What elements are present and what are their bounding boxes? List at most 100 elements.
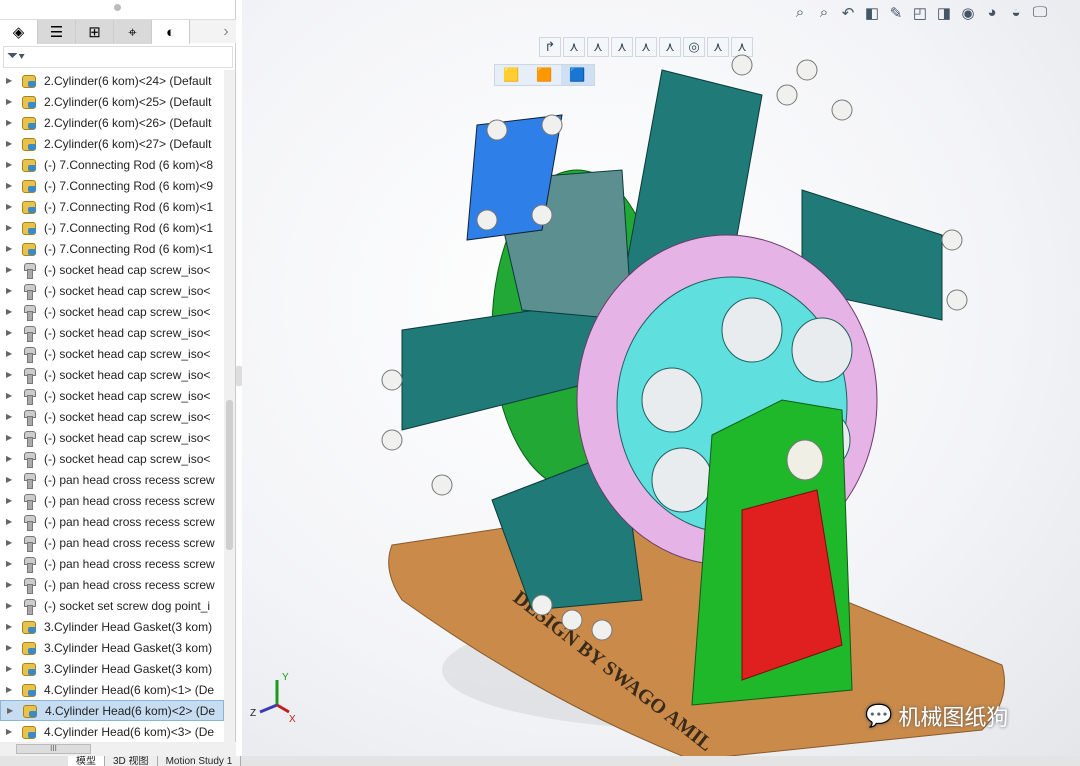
expand-arrow-icon[interactable]: ▶: [6, 475, 20, 484]
tree-item[interactable]: ▶ (-) pan head cross recess screw: [0, 532, 224, 553]
tree-item-label: (-) socket head cap screw_iso<: [44, 304, 211, 319]
tree-horizontal-scrollbar[interactable]: III: [0, 742, 236, 756]
expand-arrow-icon[interactable]: ▶: [7, 706, 21, 715]
more-tabs-icon[interactable]: ›: [216, 20, 236, 43]
panel-grip[interactable]: [114, 4, 121, 11]
tree-item[interactable]: ▶ (-) pan head cross recess screw: [0, 511, 224, 532]
horizontal-scroll-thumb[interactable]: III: [16, 744, 91, 754]
expand-arrow-icon[interactable]: ▶: [6, 370, 20, 379]
expand-arrow-icon[interactable]: ▶: [6, 454, 20, 463]
filter-bar[interactable]: ⏷▾: [3, 46, 233, 68]
dimxpert-icon[interactable]: ⌖: [114, 20, 152, 44]
tree-item[interactable]: ▶ (-) socket head cap screw_iso<: [0, 322, 224, 343]
tree-item[interactable]: ▶ 4.Cylinder Head(6 kom)<3> (De: [0, 721, 224, 742]
bottom-tabs: 模型 3D 视图 Motion Study 1: [0, 756, 1080, 766]
tree-item[interactable]: ▶ 2.Cylinder(6 kom)<27> (Default: [0, 133, 224, 154]
expand-arrow-icon[interactable]: ▶: [6, 265, 20, 274]
feature-manager-icon[interactable]: ◈: [0, 20, 38, 44]
tree-item[interactable]: ▶ (-) socket head cap screw_iso<: [0, 343, 224, 364]
expand-arrow-icon[interactable]: ▶: [6, 391, 20, 400]
subassembly-icon: [20, 157, 38, 173]
subassembly-icon: [20, 241, 38, 257]
expand-arrow-icon[interactable]: ▶: [6, 202, 20, 211]
tree-item[interactable]: ▶ (-) 7.Connecting Rod (6 kom)<8: [0, 154, 224, 175]
tree-item[interactable]: ▶ (-) socket head cap screw_iso<: [0, 427, 224, 448]
configuration-manager-icon[interactable]: ⊞: [76, 20, 114, 44]
subassembly-icon: [20, 640, 38, 656]
expand-arrow-icon[interactable]: ▶: [6, 160, 20, 169]
expand-arrow-icon[interactable]: ▶: [6, 223, 20, 232]
tree-item[interactable]: ▶ 4.Cylinder Head(6 kom)<2> (De: [0, 700, 224, 721]
expand-arrow-icon[interactable]: ▶: [6, 244, 20, 253]
expand-arrow-icon[interactable]: ▶: [6, 685, 20, 694]
tree-item[interactable]: ▶ (-) socket set screw dog point_i: [0, 595, 224, 616]
watermark: 💬 机械图纸狗: [865, 700, 1008, 732]
filter-icon[interactable]: ⏷▾: [7, 47, 25, 63]
tree-item[interactable]: ▶ (-) socket head cap screw_iso<: [0, 448, 224, 469]
tree-scroll-thumb[interactable]: [226, 400, 233, 550]
tree-item[interactable]: ▶ (-) 7.Connecting Rod (6 kom)<1: [0, 238, 224, 259]
screw-part-icon: [20, 388, 38, 405]
tab-model[interactable]: 模型: [68, 756, 105, 766]
expand-arrow-icon[interactable]: ▶: [6, 559, 20, 568]
expand-arrow-icon[interactable]: ▶: [6, 517, 20, 526]
tree-item-label: (-) socket head cap screw_iso<: [44, 346, 211, 361]
expand-arrow-icon[interactable]: ▶: [6, 118, 20, 127]
expand-arrow-icon[interactable]: ▶: [6, 412, 20, 421]
tree-item[interactable]: ▶ 2.Cylinder(6 kom)<26> (Default: [0, 112, 224, 133]
expand-arrow-icon[interactable]: ▶: [6, 664, 20, 673]
tree-item[interactable]: ▶ (-) 7.Connecting Rod (6 kom)<1: [0, 196, 224, 217]
subassembly-icon: [20, 73, 38, 89]
subassembly-icon: [20, 115, 38, 131]
tree-item[interactable]: ▶ (-) socket head cap screw_iso<: [0, 364, 224, 385]
tree-item[interactable]: ▶ (-) socket head cap screw_iso<: [0, 406, 224, 427]
tree-item[interactable]: ▶ (-) pan head cross recess screw: [0, 574, 224, 595]
expand-arrow-icon[interactable]: ▶: [6, 139, 20, 148]
tree-item[interactable]: ▶ (-) pan head cross recess screw: [0, 490, 224, 511]
expand-arrow-icon[interactable]: ▶: [6, 76, 20, 85]
expand-arrow-icon[interactable]: ▶: [6, 538, 20, 547]
tree-item[interactable]: ▶ 2.Cylinder(6 kom)<24> (Default: [0, 70, 224, 91]
tree-item[interactable]: ▶ (-) socket head cap screw_iso<: [0, 280, 224, 301]
tree-item[interactable]: ▶ (-) 7.Connecting Rod (6 kom)<9: [0, 175, 224, 196]
expand-arrow-icon[interactable]: ▶: [6, 328, 20, 337]
tree-item[interactable]: ▶ (-) socket head cap screw_iso<: [0, 259, 224, 280]
expand-arrow-icon[interactable]: ▶: [6, 433, 20, 442]
expand-arrow-icon[interactable]: ▶: [6, 349, 20, 358]
subassembly-icon: [20, 661, 38, 677]
expand-arrow-icon[interactable]: ▶: [6, 307, 20, 316]
tree-item[interactable]: ▶ (-) 7.Connecting Rod (6 kom)<1: [0, 217, 224, 238]
engine-3d-model[interactable]: DESIGN BY SWAGO AMIL Y Z X: [242, 0, 1080, 756]
tab-motion-study[interactable]: Motion Study 1: [157, 756, 242, 766]
property-manager-icon[interactable]: ☰: [38, 20, 76, 44]
display-manager-icon[interactable]: ◐: [152, 20, 190, 44]
subassembly-icon: [21, 703, 39, 719]
tree-item-label: (-) 7.Connecting Rod (6 kom)<1: [44, 220, 214, 235]
expand-arrow-icon[interactable]: ▶: [6, 727, 20, 736]
expand-arrow-icon[interactable]: ▶: [6, 622, 20, 631]
tree-item[interactable]: ▶ (-) pan head cross recess screw: [0, 469, 224, 490]
subassembly-icon: [20, 724, 38, 740]
tree-item[interactable]: ▶ (-) socket head cap screw_iso<: [0, 301, 224, 322]
tree-item[interactable]: ▶ 3.Cylinder Head Gasket(3 kom): [0, 658, 224, 679]
expand-arrow-icon[interactable]: ▶: [6, 601, 20, 610]
tree-item[interactable]: ▶ 3.Cylinder Head Gasket(3 kom): [0, 637, 224, 658]
panel-tabs: ◈ ☰ ⊞ ⌖ ◐ ›: [0, 19, 236, 44]
tree-item[interactable]: ▶ 3.Cylinder Head Gasket(3 kom): [0, 616, 224, 637]
expand-arrow-icon[interactable]: ▶: [6, 496, 20, 505]
expand-arrow-icon[interactable]: ▶: [6, 286, 20, 295]
tree-item[interactable]: ▶ 2.Cylinder(6 kom)<25> (Default: [0, 91, 224, 112]
screw-part-icon: [20, 451, 38, 468]
tree-item-label: 2.Cylinder(6 kom)<26> (Default: [44, 115, 212, 130]
tree-item[interactable]: ▶ (-) pan head cross recess screw: [0, 553, 224, 574]
tree-item[interactable]: ▶ (-) socket head cap screw_iso<: [0, 385, 224, 406]
tree-item[interactable]: ▶ 4.Cylinder Head(6 kom)<1> (De: [0, 679, 224, 700]
tab-3d-view[interactable]: 3D 视图: [105, 756, 158, 766]
tree-item-label: (-) socket head cap screw_iso<: [44, 388, 211, 403]
tree-item-label: (-) pan head cross recess screw: [44, 535, 215, 550]
expand-arrow-icon[interactable]: ▶: [6, 643, 20, 652]
screw-part-icon: [20, 472, 38, 489]
expand-arrow-icon[interactable]: ▶: [6, 181, 20, 190]
expand-arrow-icon[interactable]: ▶: [6, 580, 20, 589]
expand-arrow-icon[interactable]: ▶: [6, 97, 20, 106]
